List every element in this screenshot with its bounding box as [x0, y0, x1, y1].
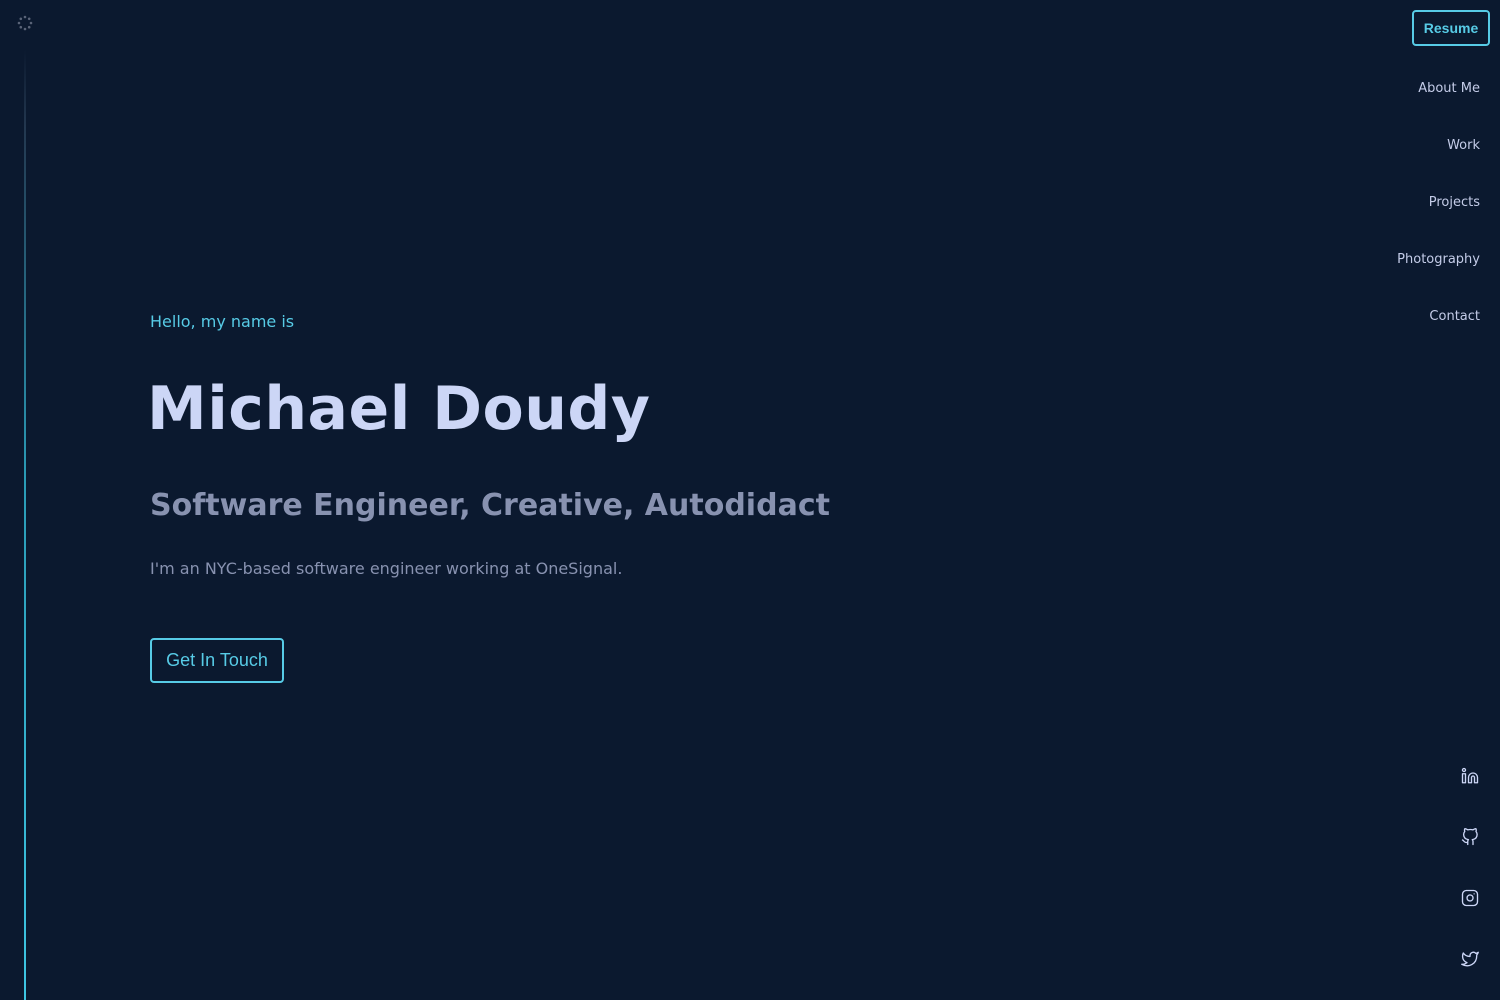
logo-icon[interactable] [17, 15, 33, 31]
github-link[interactable] [1460, 827, 1480, 847]
instagram-link[interactable] [1460, 888, 1480, 908]
hero-bio: I'm an NYC-based software engineer worki… [150, 559, 623, 578]
portfolio-page: Resume About Me Work Projects Photograph… [0, 0, 1500, 1000]
linkedin-link[interactable] [1460, 766, 1480, 786]
twitter-icon [1461, 951, 1479, 967]
scroll-progress-line [24, 50, 26, 1000]
github-icon [1461, 828, 1478, 846]
social-links [1460, 766, 1480, 1000]
hero-section: Hello, my name is Michael Doudy Software… [147, 310, 830, 683]
nav-item-photography[interactable]: Photography [1397, 251, 1480, 308]
twitter-link[interactable] [1460, 949, 1480, 969]
nav-item-contact[interactable]: Contact [1429, 308, 1480, 365]
linkedin-icon [1461, 767, 1479, 784]
nav-item-projects[interactable]: Projects [1429, 194, 1480, 251]
hero-tagline: Software Engineer, Creative, Autodidact [150, 488, 830, 523]
nav-item-work[interactable]: Work [1447, 137, 1480, 194]
main-nav: About Me Work Projects Photography Conta… [1397, 80, 1480, 365]
instagram-icon [1461, 889, 1479, 907]
greeting-text: Hello, my name is [150, 312, 295, 331]
resume-button[interactable]: Resume [1412, 10, 1490, 46]
get-in-touch-button[interactable]: Get In Touch [150, 638, 284, 683]
hero-name: Michael Doudy [147, 374, 651, 444]
nav-item-about-me[interactable]: About Me [1418, 80, 1480, 137]
